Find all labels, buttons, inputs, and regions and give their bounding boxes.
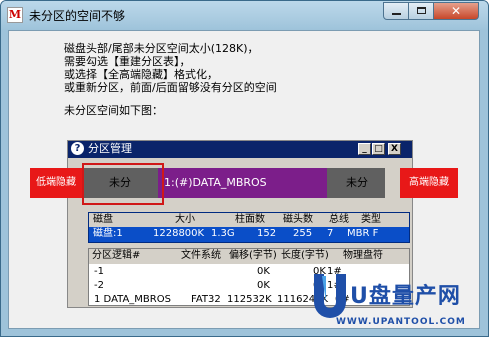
title-bar[interactable]: M 未分区的空间不够 ✕	[1, 1, 488, 29]
cell-cylinders: 152	[257, 228, 277, 239]
table-row: -1 0K 0K 1#	[89, 265, 409, 279]
cell-offset: 0K	[257, 266, 270, 277]
watermark-url: WWW.UPANTOOL.COM	[336, 317, 466, 327]
low-hidden-tag: 低端隐藏	[30, 168, 82, 198]
watermark-brand: U盘量产网	[350, 284, 461, 309]
message-line-1: 磁盘头部/尾部未分区空间太小(128K)，	[64, 42, 259, 55]
col-length: 长度(字节)	[281, 250, 329, 261]
cell-size: 1228800K	[153, 228, 205, 239]
watermark-usb-logo-icon	[314, 274, 346, 318]
app-icon: M	[7, 7, 23, 23]
cell-type: MBR F	[347, 228, 379, 239]
illustration-close-icon: X	[388, 143, 401, 155]
window-title: 未分区的空间不够	[29, 9, 126, 23]
disk-table-row: 磁盘:1 1228800K 1.3G 152 255 7 MBR F	[88, 227, 410, 243]
message-line-2: 需要勾选【重建分区表】，	[64, 55, 191, 68]
cell-heads: 255	[293, 228, 313, 239]
cell-disk: 磁盘:1	[93, 228, 123, 239]
partition-main-label: 1:(#)DATA_MBROS	[164, 176, 267, 189]
cell-logical: -2	[94, 280, 104, 291]
cell-bus: 7	[327, 228, 334, 239]
illustration-title: 分区管理	[88, 142, 132, 155]
illustration-caption: 未分区空间如下图：	[64, 104, 163, 117]
illustration-maximize-icon: □	[372, 143, 385, 155]
cell-offset: 112532K	[227, 294, 272, 305]
col-filesystem: 文件系统	[181, 250, 221, 261]
cell-logical: 1 DATA_MBROS	[94, 294, 171, 305]
col-bus: 总线	[329, 214, 349, 225]
minimize-icon	[392, 13, 401, 15]
col-heads: 磁头数	[283, 214, 313, 225]
cell-logical: -1	[94, 266, 104, 277]
illustration-title-bar: ? 分区管理 _ □ X	[68, 141, 412, 158]
col-disk: 磁盘	[93, 214, 113, 225]
cell-capacity: 1.3G	[211, 228, 235, 239]
message-line-4: 或重新分区，前面/后面留够没有分区的空间	[64, 81, 277, 94]
minimize-button[interactable]	[383, 2, 409, 20]
col-cylinders: 柱面数	[235, 214, 265, 225]
unallocated-highlight	[82, 163, 164, 205]
help-icon: ?	[71, 142, 84, 155]
col-drive: 物理盘符	[343, 250, 383, 261]
col-logical: 分区逻辑#	[92, 250, 141, 261]
col-offset: 偏移(字节)	[229, 250, 277, 261]
high-hidden-tag: 高端隐藏	[400, 168, 458, 198]
logical-table-header: 分区逻辑# 文件系统 偏移(字节) 长度(字节) 物理盘符	[89, 249, 409, 264]
col-size: 大小	[175, 214, 195, 225]
disk-table-header: 磁盘 大小 柱面数 磁头数 总线 类型	[88, 212, 410, 227]
illustration-minimize-icon: _	[358, 143, 371, 155]
cell-filesystem: FAT32	[191, 294, 221, 305]
maximize-icon	[417, 7, 426, 14]
maximize-button[interactable]	[408, 2, 434, 20]
cell-offset: 0K	[257, 280, 270, 291]
close-button[interactable]: ✕	[433, 2, 479, 20]
message-line-3: 或选择【全高端隐藏】格式化，	[64, 68, 218, 81]
unallocated-right-label: 未分	[346, 176, 368, 189]
close-icon: ✕	[450, 4, 462, 18]
col-type: 类型	[361, 214, 381, 225]
